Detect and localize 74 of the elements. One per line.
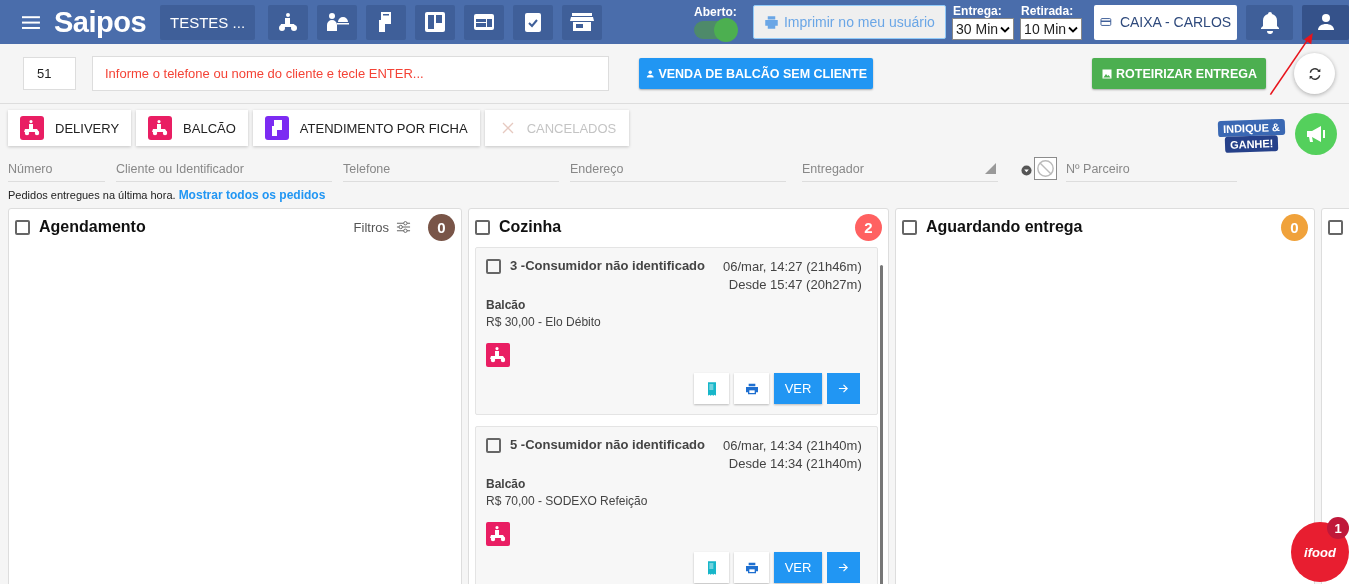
column-title: Aguardando entrega bbox=[926, 218, 1083, 236]
user-icon[interactable] bbox=[1302, 4, 1349, 40]
filters-button[interactable]: Filtros bbox=[353, 219, 389, 235]
delivery-label: Entrega: bbox=[953, 4, 1003, 18]
column-title: Agendamento bbox=[39, 218, 146, 236]
note-text: Pedidos entregues na última hora. bbox=[8, 189, 176, 201]
scooter-icon bbox=[20, 116, 44, 140]
pickup-select[interactable]: 10 Min bbox=[1020, 18, 1083, 40]
checkbox[interactable] bbox=[486, 438, 501, 453]
dropdown-icon[interactable] bbox=[1021, 165, 1032, 176]
checkbox[interactable] bbox=[902, 219, 917, 235]
order-title: 3 -Consumidor não identificado bbox=[510, 258, 705, 273]
clipboard-check-icon[interactable] bbox=[513, 4, 554, 40]
sliders-icon[interactable] bbox=[396, 220, 411, 234]
scooter-icon bbox=[486, 522, 510, 546]
filter-field[interactable]: Número bbox=[8, 156, 105, 182]
order-card[interactable]: 5 -Consumidor não identificado 06/mar, 14:34 (21h40m) Desde 14:34 (21h40m) Balcão R$ 70,00 - SODEXO Refeição VER bbox=[475, 426, 878, 584]
board-icon[interactable] bbox=[415, 4, 456, 40]
printer-icon bbox=[763, 14, 779, 30]
scrollbar[interactable] bbox=[880, 265, 883, 584]
delivery-select[interactable]: 30 Min bbox=[952, 18, 1015, 40]
order-time: 06/mar, 14:27 (21h46m) bbox=[723, 258, 862, 276]
order-type-tab[interactable]: DELIVERY bbox=[8, 110, 132, 146]
customer-search-field[interactable]: Informe o telefone ou nome do cliente e tecle ENTER... bbox=[92, 56, 609, 91]
order-number-field[interactable]: 51 bbox=[23, 57, 76, 90]
filter-field[interactable]: Endereço bbox=[570, 156, 786, 182]
map-icon bbox=[1101, 67, 1113, 80]
caret-icon bbox=[1000, 25, 1011, 33]
payment-text: R$ 30,00 - Elo Débito bbox=[486, 315, 602, 329]
order-type-tab[interactable]: ATENDIMENTO POR FICHA bbox=[252, 110, 480, 146]
order-card[interactable]: 3 -Consumidor não identificado 06/mar, 14:27 (21h46m) Desde 15:47 (20h27m) Balcão R$ 30,00 - Elo Débito VER bbox=[475, 247, 878, 415]
order-type-tab[interactable]: BALCÃO bbox=[136, 110, 248, 146]
menu-icon[interactable] bbox=[22, 14, 40, 30]
scooter-icon bbox=[148, 116, 173, 140]
close-icon bbox=[501, 122, 514, 134]
count-badge: 0 bbox=[428, 213, 455, 241]
checkbox[interactable] bbox=[475, 219, 490, 235]
order-type: Balcão bbox=[486, 298, 527, 312]
order-type: Balcão bbox=[486, 477, 527, 491]
order-time: 06/mar, 14:34 (21h40m) bbox=[723, 437, 862, 455]
open-toggle[interactable] bbox=[694, 21, 737, 39]
count-badge: 0 bbox=[1281, 213, 1308, 241]
scooter-icon bbox=[486, 343, 510, 367]
column-title: Cozinha bbox=[499, 218, 562, 236]
checkbox[interactable] bbox=[486, 259, 501, 274]
filter-field[interactable]: Cliente ou Identificador bbox=[116, 156, 332, 182]
ticket-hand-icon bbox=[264, 116, 289, 140]
cashier-button[interactable]: CAIXA - CARLOS bbox=[1094, 4, 1238, 40]
open-label: Aberto: bbox=[694, 5, 737, 19]
scooter-icon[interactable] bbox=[268, 4, 309, 40]
refresh-icon[interactable] bbox=[1294, 53, 1335, 94]
pickup-label: Retirada: bbox=[1021, 4, 1075, 18]
logo: Saipos bbox=[53, 5, 147, 39]
store-button[interactable]: TESTES ... bbox=[160, 4, 256, 40]
checkbox[interactable] bbox=[1328, 219, 1343, 235]
no-image-icon bbox=[1034, 157, 1057, 180]
notification-icon[interactable] bbox=[1246, 4, 1294, 40]
caret-icon bbox=[1068, 25, 1079, 33]
store-icon[interactable] bbox=[562, 4, 603, 40]
ticket-hand-icon[interactable] bbox=[366, 4, 407, 40]
elapsed-time: Desde 14:34 (21h40m) bbox=[728, 455, 862, 473]
payment-text: R$ 70,00 - SODEXO Refeição bbox=[486, 494, 649, 508]
order-title: 5 -Consumidor não identificado bbox=[510, 437, 705, 452]
print-icon[interactable] bbox=[734, 373, 769, 404]
waiter-icon[interactable] bbox=[317, 4, 358, 40]
count-badge: 2 bbox=[855, 213, 882, 241]
checkbox[interactable] bbox=[15, 219, 30, 235]
filter-field[interactable]: Telefone bbox=[343, 156, 559, 182]
layout-icon[interactable] bbox=[464, 4, 505, 40]
caret-icon bbox=[985, 163, 996, 174]
card-icon bbox=[1100, 15, 1112, 29]
print-icon[interactable] bbox=[734, 552, 769, 583]
partner-number-field[interactable]: Nº Parceiro bbox=[1066, 156, 1237, 182]
elapsed-time: Desde 15:47 (20h27m) bbox=[728, 276, 862, 294]
